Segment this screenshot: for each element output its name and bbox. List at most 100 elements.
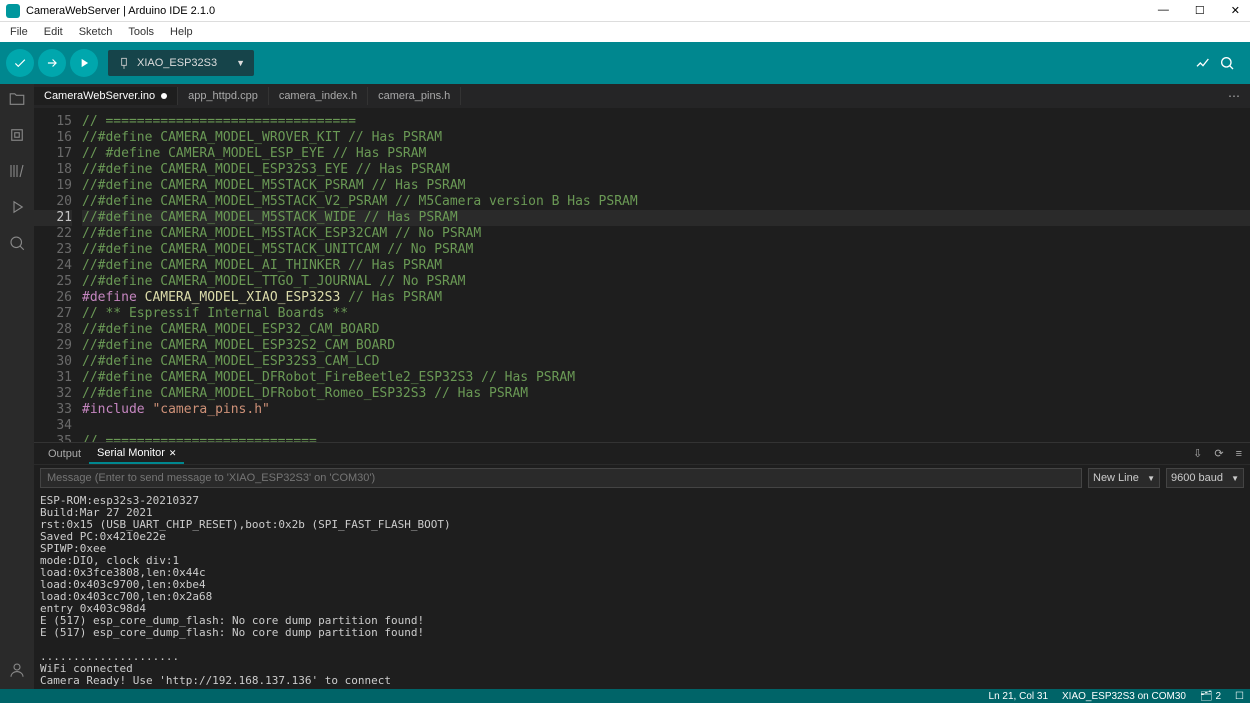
line-number: 23 — [34, 242, 72, 258]
code-area[interactable]: 1516171819202122232425262728293031323334… — [34, 108, 1250, 442]
usb-icon — [117, 56, 131, 70]
toolbar: XIAO_ESP32S3 ▼ — [0, 42, 1250, 84]
baud-rate-select[interactable]: 9600 baud▼ — [1166, 468, 1244, 488]
code-line[interactable]: //#define CAMERA_MODEL_M5STACK_UNITCAM /… — [82, 242, 1250, 258]
code-line[interactable]: #define CAMERA_MODEL_XIAO_ESP32S3 // Has… — [82, 290, 1250, 306]
menu-tools[interactable]: Tools — [122, 24, 160, 40]
status-cursor: Ln 21, Col 31 — [989, 691, 1049, 702]
code-line[interactable]: //#define CAMERA_MODEL_M5STACK_PSRAM // … — [82, 178, 1250, 194]
line-number: 28 — [34, 322, 72, 338]
code-line[interactable]: // ** Espressif Internal Boards ** — [82, 306, 1250, 322]
statusbar: Ln 21, Col 31 XIAO_ESP32S3 on COM30 🗂 2 … — [0, 689, 1250, 703]
minimize-button[interactable]: — — [1154, 4, 1173, 17]
close-icon[interactable]: ✕ — [169, 448, 177, 458]
board-name: XIAO_ESP32S3 — [137, 57, 217, 69]
bottom-panel: OutputSerial Monitor✕ ⇩ ⟳ ≡ New Line▼ 96… — [34, 442, 1250, 689]
line-number: 29 — [34, 338, 72, 354]
serial-message-input[interactable] — [40, 468, 1082, 488]
panel-tab-serial-monitor[interactable]: Serial Monitor✕ — [89, 444, 184, 464]
sidebar-debug-icon[interactable] — [6, 196, 28, 218]
line-number: 18 — [34, 162, 72, 178]
sidebar — [0, 84, 34, 689]
menu-edit[interactable]: Edit — [38, 24, 69, 40]
code-line[interactable]: //#define CAMERA_MODEL_M5STACK_WIDE // H… — [82, 210, 1250, 226]
editor-tabs: CameraWebServer.ino app_httpd.cpp camera_i… — [34, 84, 1250, 108]
line-number: 16 — [34, 130, 72, 146]
code-line[interactable]: // #define CAMERA_MODEL_ESP_EYE // Has P… — [82, 146, 1250, 162]
code-line[interactable]: //#define CAMERA_MODEL_ESP32S3_EYE // Ha… — [82, 162, 1250, 178]
line-number: 27 — [34, 306, 72, 322]
dirty-indicator-icon — [161, 93, 167, 99]
tab-camerawebserver-ino[interactable]: CameraWebServer.ino — [34, 87, 178, 105]
close-window-button[interactable]: ✕ — [1227, 4, 1244, 17]
line-number: 22 — [34, 226, 72, 242]
tab-label: CameraWebServer.ino — [44, 90, 155, 102]
code-line[interactable]: //#define CAMERA_MODEL_DFRobot_FireBeetl… — [82, 370, 1250, 386]
menu-file[interactable]: File — [4, 24, 34, 40]
panel-expand-button[interactable]: ⇩ — [1191, 447, 1204, 460]
board-selector[interactable]: XIAO_ESP32S3 ▼ — [108, 50, 254, 76]
sidebar-search-icon[interactable] — [6, 232, 28, 254]
status-notifications[interactable]: 🗂 2 — [1200, 691, 1221, 702]
chevron-down-icon: ▼ — [236, 58, 245, 68]
line-number: 30 — [34, 354, 72, 370]
serial-input-row: New Line▼ 9600 baud▼ — [34, 465, 1250, 491]
code-line[interactable]: //#define CAMERA_MODEL_ESP32S2_CAM_BOARD — [82, 338, 1250, 354]
tabs-overflow-button[interactable]: ⋯ — [1218, 89, 1250, 103]
serial-output[interactable]: ESP-ROM:esp32s3-20210327 Build:Mar 27 20… — [34, 491, 1250, 689]
code-content[interactable]: // ================================//#de… — [82, 108, 1250, 442]
tab-label: camera_index.h — [279, 90, 357, 102]
window-controls: — ☐ ✕ — [1154, 4, 1244, 17]
menu-sketch[interactable]: Sketch — [73, 24, 119, 40]
line-number: 35 — [34, 434, 72, 442]
maximize-button[interactable]: ☐ — [1191, 4, 1209, 17]
tab-camera_pins-h[interactable]: camera_pins.h — [368, 87, 461, 105]
code-line[interactable] — [82, 418, 1250, 434]
panel-tab-output[interactable]: Output — [40, 445, 89, 463]
sidebar-library-icon[interactable] — [6, 160, 28, 182]
line-number: 19 — [34, 178, 72, 194]
main: CameraWebServer.ino app_httpd.cpp camera_i… — [0, 84, 1250, 689]
line-gutter: 1516171819202122232425262728293031323334… — [34, 108, 82, 442]
serial-plotter-button[interactable] — [1194, 54, 1212, 72]
tab-label: camera_pins.h — [378, 90, 450, 102]
tab-camera_index-h[interactable]: camera_index.h — [269, 87, 368, 105]
sidebar-sketchbook-icon[interactable] — [6, 88, 28, 110]
serial-monitor-button[interactable] — [1218, 54, 1236, 72]
line-number: 26 — [34, 290, 72, 306]
upload-button[interactable] — [38, 49, 66, 77]
code-line[interactable]: //#define CAMERA_MODEL_WROVER_KIT // Has… — [82, 130, 1250, 146]
tab-label: app_httpd.cpp — [188, 90, 258, 102]
sidebar-boards-icon[interactable] — [6, 124, 28, 146]
status-board-port[interactable]: XIAO_ESP32S3 on COM30 — [1062, 691, 1186, 702]
line-number: 34 — [34, 418, 72, 434]
line-number: 20 — [34, 194, 72, 210]
verify-button[interactable] — [6, 49, 34, 77]
line-number: 17 — [34, 146, 72, 162]
line-number: 15 — [34, 114, 72, 130]
line-ending-select[interactable]: New Line▼ — [1088, 468, 1160, 488]
line-number: 32 — [34, 386, 72, 402]
panel-clear-button[interactable]: ⟳ — [1212, 447, 1225, 460]
sidebar-account-icon[interactable] — [6, 659, 28, 681]
line-number: 21 — [34, 210, 72, 226]
titlebar: CameraWebServer | Arduino IDE 2.1.0 — ☐ … — [0, 0, 1250, 22]
status-close-panel[interactable]: ☐ — [1235, 691, 1244, 702]
code-line[interactable]: //#define CAMERA_MODEL_M5STACK_V2_PSRAM … — [82, 194, 1250, 210]
code-line[interactable]: //#define CAMERA_MODEL_ESP32_CAM_BOARD — [82, 322, 1250, 338]
code-line[interactable]: // ================================ — [82, 114, 1250, 130]
code-line[interactable]: //#define CAMERA_MODEL_AI_THINKER // Has… — [82, 258, 1250, 274]
menu-help[interactable]: Help — [164, 24, 199, 40]
tab-app_httpd-cpp[interactable]: app_httpd.cpp — [178, 87, 269, 105]
line-number: 33 — [34, 402, 72, 418]
code-line[interactable]: // =========================== — [82, 434, 1250, 442]
code-line[interactable]: //#define CAMERA_MODEL_TTGO_T_JOURNAL //… — [82, 274, 1250, 290]
code-line[interactable]: //#define CAMERA_MODEL_M5STACK_ESP32CAM … — [82, 226, 1250, 242]
debug-button[interactable] — [70, 49, 98, 77]
code-line[interactable]: //#define CAMERA_MODEL_ESP32S3_CAM_LCD — [82, 354, 1250, 370]
panel-settings-button[interactable]: ≡ — [1234, 448, 1244, 460]
editor: CameraWebServer.ino app_httpd.cpp camera_i… — [34, 84, 1250, 689]
code-line[interactable]: //#define CAMERA_MODEL_DFRobot_Romeo_ESP… — [82, 386, 1250, 402]
menubar: FileEditSketchToolsHelp — [0, 22, 1250, 42]
code-line[interactable]: #include "camera_pins.h" — [82, 402, 1250, 418]
